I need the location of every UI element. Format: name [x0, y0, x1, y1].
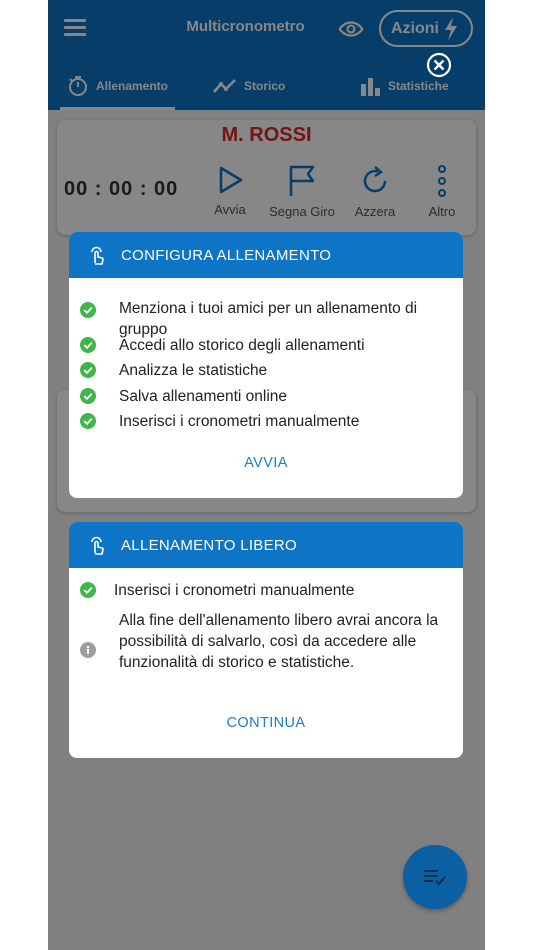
info-text: Alla fine dell'allenamento libero avrai …	[119, 612, 439, 671]
configure-training-dialog: CONFIGURA ALLENAMENTO Menziona i tuoi am…	[69, 232, 463, 498]
feature-text: Salva allenamenti online	[119, 388, 288, 405]
phone-screen: Multicronometro Azioni Allenamento Stori	[48, 0, 485, 950]
feature-text: Inserisci i cronometri manualmente	[114, 582, 355, 599]
feature-text: Analizza le statistiche	[119, 362, 268, 379]
free-training-title: ALLENAMENTO LIBERO	[121, 536, 298, 554]
free-training-dialog: ALLENAMENTO LIBERO Inserisci i cronometr…	[69, 522, 463, 758]
configure-training-title: CONFIGURA ALLENAMENTO	[121, 246, 332, 264]
checklist-fab[interactable]	[403, 845, 467, 909]
check-circle-icon	[80, 337, 96, 353]
check-circle-icon	[80, 413, 96, 429]
configure-training-header: CONFIGURA ALLENAMENTO	[69, 232, 463, 278]
check-circle-icon	[80, 362, 96, 378]
feature-text: Accedi allo storico degli allenamenti	[119, 337, 365, 354]
free-training-header: ALLENAMENTO LIBERO	[69, 522, 463, 568]
start-training-button[interactable]: AVVIA	[69, 455, 463, 471]
info-icon	[80, 642, 96, 658]
check-circle-icon	[80, 302, 96, 318]
continue-button[interactable]: CONTINUA	[69, 715, 463, 731]
feature-text: Menziona i tuoi amici per un allenamento…	[119, 300, 418, 338]
playlist-check-icon	[424, 870, 446, 886]
check-circle-icon	[80, 582, 96, 598]
touch-hand-icon	[89, 245, 105, 265]
check-circle-icon	[80, 388, 96, 404]
touch-hand-icon	[89, 535, 105, 555]
close-icon[interactable]	[426, 52, 452, 78]
feature-text: Inserisci i cronometri manualmente	[119, 413, 360, 430]
